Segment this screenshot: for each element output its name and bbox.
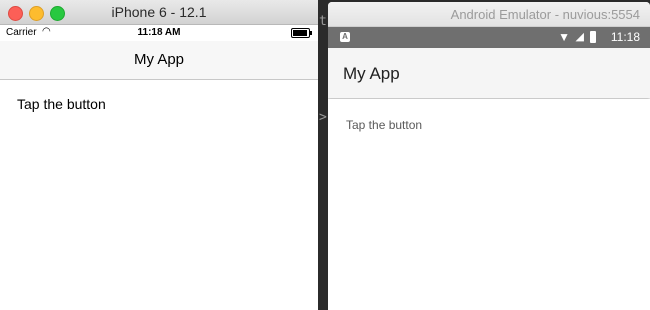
ios-window-title: iPhone 6 - 12.1 [111,4,207,20]
ios-navigation-bar: My App [0,41,318,80]
android-toolbar: My App [328,48,650,98]
wifi-icon: ▼ [558,30,570,44]
battery-icon [291,28,312,38]
tap-label: Tap the button [17,96,106,112]
android-status-bar: A ▼ ◢ 11:18 [328,27,650,48]
android-window-title: Android Emulator - nuvious:5554 [450,7,640,22]
app-notification-icon: A [340,32,350,42]
nav-title: My App [133,51,185,68]
android-content-area: Tap the button [328,99,650,310]
tap-label: Tap the button [346,118,423,132]
ios-content-area: Tap the button [0,80,318,310]
ios-status-bar: Carrier ◠ 11:18 AM [0,25,318,41]
status-time: 11:18 AM [137,27,181,38]
toolbar-title: My App [343,64,400,83]
android-window-titlebar: Android Emulator - nuvious:5554 [328,2,650,27]
battery-icon [590,31,596,43]
ios-simulator-window: iPhone 6 - 12.1 Carrier ◠ 11:18 AM My Ap… [0,0,318,310]
ios-window-titlebar: iPhone 6 - 12.1 [0,0,318,25]
status-time: 11:18 [610,30,640,44]
android-emulator-window: Android Emulator - nuvious:5554 A ▼ ◢ 11… [328,2,650,310]
signal-icon: ◢ [575,31,584,43]
